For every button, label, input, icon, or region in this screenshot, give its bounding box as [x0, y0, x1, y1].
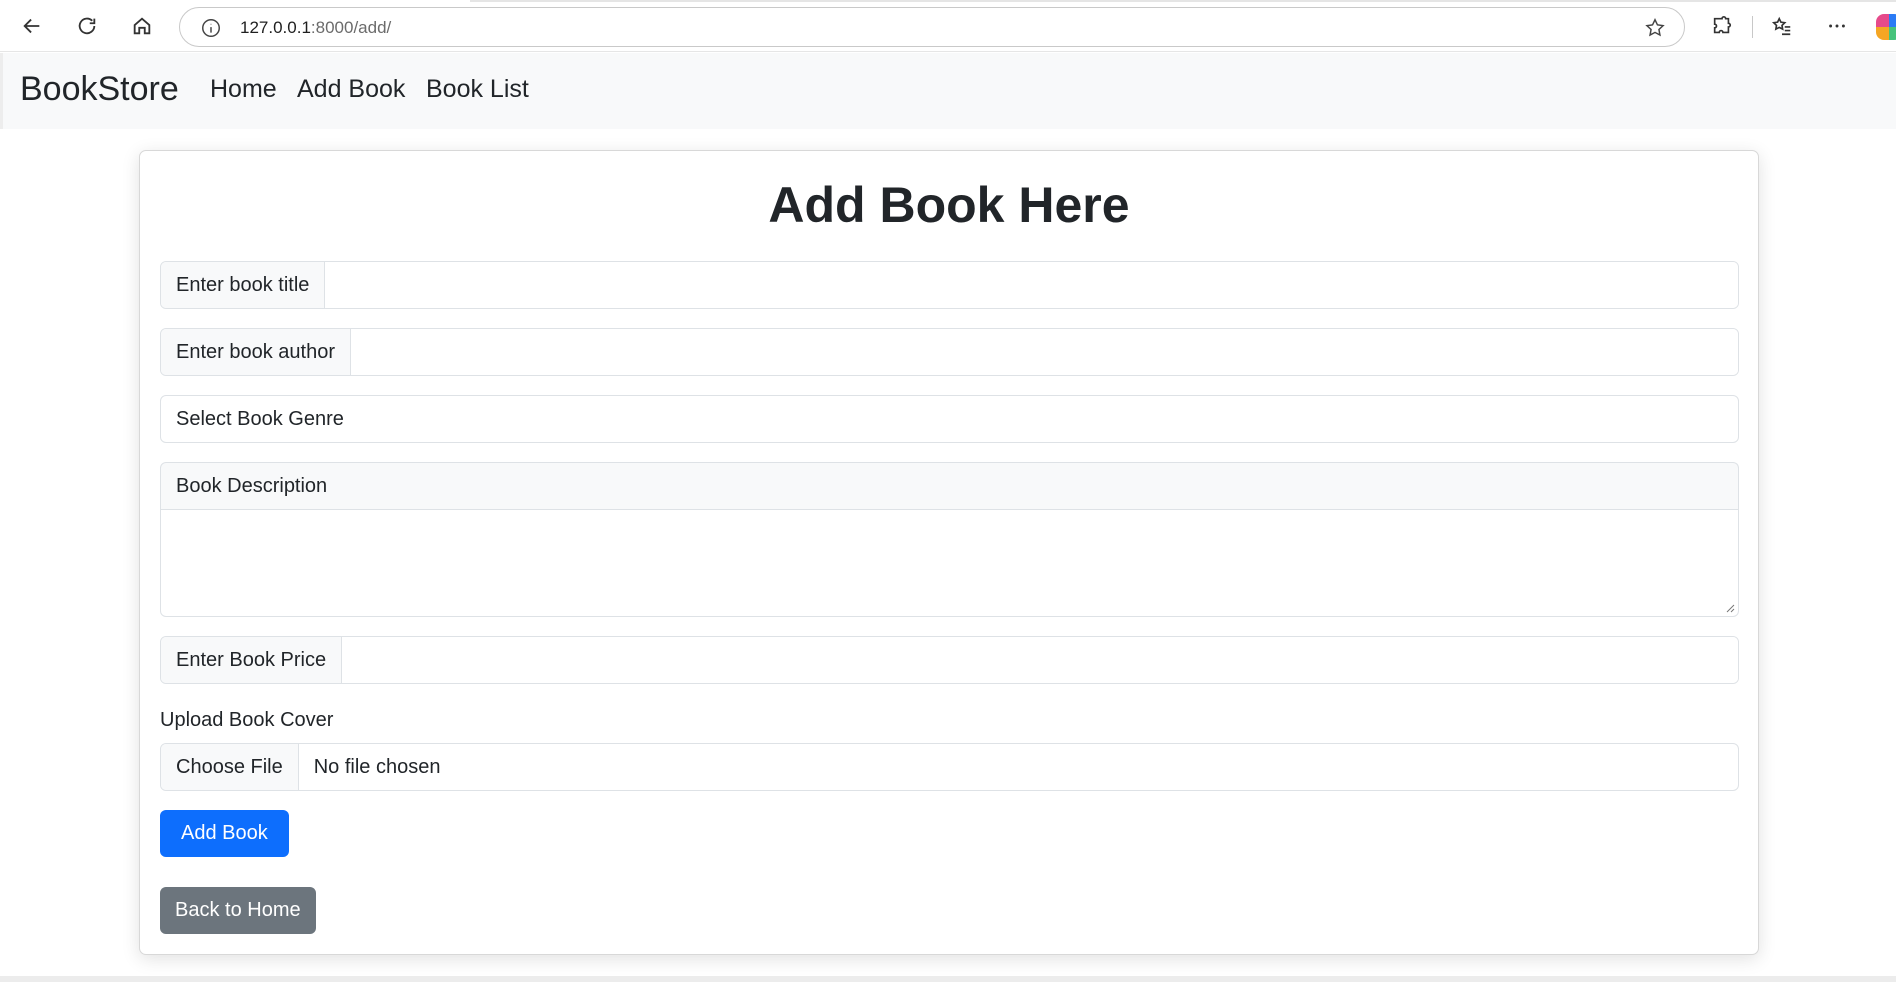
home-button[interactable] — [124, 8, 160, 44]
upload-cover-label: Upload Book Cover — [160, 709, 334, 731]
reload-button[interactable] — [69, 8, 105, 44]
favorite-star-icon[interactable] — [1644, 17, 1666, 39]
cover-file-input[interactable]: Choose File No file chosen — [160, 743, 1739, 791]
page-bottom-edge — [0, 976, 1896, 982]
url-text[interactable]: 127.0.0.1:8000/add/ — [240, 18, 391, 38]
nav-link-book-list[interactable]: Book List — [426, 75, 529, 104]
favorites-list-icon — [1771, 16, 1791, 36]
nav-link-home[interactable]: Home — [210, 75, 277, 104]
genre-select-value: Select Book Genre — [176, 407, 344, 430]
address-bar[interactable]: 127.0.0.1:8000/add/ — [179, 7, 1685, 47]
favorites-button[interactable] — [1764, 8, 1800, 44]
add-book-button[interactable]: Add Book — [160, 810, 289, 857]
home-icon — [133, 17, 151, 35]
resize-grip-icon[interactable] — [1725, 603, 1735, 613]
arrow-left-icon — [23, 18, 40, 34]
price-input[interactable] — [342, 637, 1738, 683]
back-button[interactable] — [14, 8, 50, 44]
price-input-group: Enter Book Price — [160, 636, 1739, 684]
page-title: Add Book Here — [768, 177, 1130, 233]
choose-file-button[interactable]: Choose File — [161, 744, 299, 790]
url-path: :8000/add/ — [310, 18, 392, 37]
title-input-group: Enter book title — [160, 261, 1739, 309]
site-navbar: BookStore Home Add Book Book List — [0, 53, 1896, 129]
title-label: Enter book title — [161, 262, 326, 308]
more-menu-button[interactable] — [1819, 8, 1855, 44]
add-book-card: Add Book Here Enter book title Enter boo… — [139, 150, 1759, 955]
tab-strip-edge — [470, 0, 1896, 2]
title-input[interactable] — [325, 262, 1738, 308]
back-to-home-button[interactable]: Back to Home — [160, 887, 316, 934]
file-status-text: No file chosen — [313, 755, 441, 778]
copilot-icon[interactable] — [1876, 14, 1896, 40]
description-label: Book Description — [160, 462, 1739, 510]
author-input-group: Enter book author — [160, 328, 1739, 376]
genre-select[interactable]: Select Book Genre — [160, 395, 1739, 443]
extensions-button[interactable] — [1704, 8, 1740, 44]
browser-toolbar: 127.0.0.1:8000/add/ — [0, 0, 1896, 52]
url-host: 127.0.0.1 — [240, 18, 311, 37]
puzzle-icon — [1713, 16, 1732, 34]
description-textarea[interactable] — [160, 509, 1739, 617]
info-icon[interactable] — [200, 17, 222, 39]
author-input[interactable] — [351, 329, 1738, 375]
price-label: Enter Book Price — [161, 637, 343, 683]
ellipsis-icon — [1829, 24, 1845, 28]
nav-link-add-book[interactable]: Add Book — [297, 75, 405, 104]
author-label: Enter book author — [161, 329, 351, 375]
brand-link[interactable]: BookStore — [20, 70, 179, 109]
toolbar-separator — [1752, 16, 1753, 38]
reload-icon — [78, 17, 96, 35]
